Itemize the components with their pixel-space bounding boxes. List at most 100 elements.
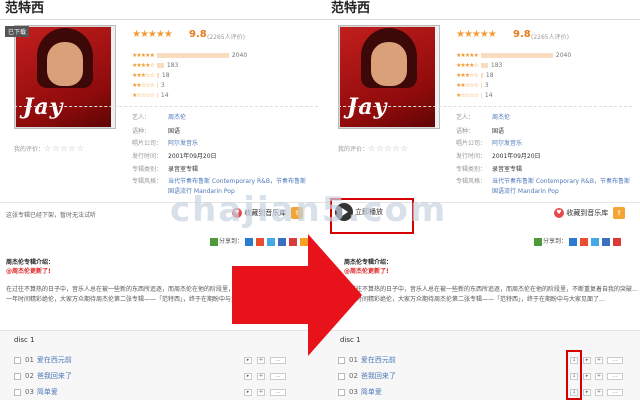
- track-checkbox[interactable]: [338, 388, 345, 396]
- intro-subtitle[interactable]: @周杰伦更新了!: [344, 266, 389, 275]
- track-play-button[interactable]: ▸: [244, 357, 252, 364]
- track-add-button[interactable]: +: [257, 373, 265, 380]
- track-checkbox[interactable]: [14, 388, 21, 396]
- track-more-button[interactable]: …: [607, 357, 623, 364]
- track-row[interactable]: 02 爸我回来了: [338, 370, 411, 382]
- track-row[interactable]: 02 爸我回来了: [14, 370, 87, 382]
- intro-body-2: 一年时间精彩绝伦，大家万众期待周杰伦第二张专辑——「范特西」，终于在期盼中与大家…: [6, 296, 267, 303]
- share-icon[interactable]: [244, 237, 253, 246]
- info-date: 发行时间： 2001年09月20日: [132, 153, 217, 160]
- share-icon[interactable]: [210, 237, 218, 246]
- rating-row: ★★★★☆ 183: [132, 62, 179, 69]
- track-checkbox[interactable]: [14, 372, 21, 380]
- info-artist: 艺人： 周杰伦: [456, 114, 511, 121]
- rating-stars: ★★★★★: [456, 29, 497, 40]
- info-language: 语种： 国语: [132, 128, 181, 135]
- track-play-button[interactable]: ▸: [583, 373, 591, 380]
- track-add-button[interactable]: +: [257, 357, 265, 364]
- info-genre: 专辑风格： 当代节奏布鲁斯 Contemporary R&B，节奏布鲁斯: [132, 178, 306, 185]
- highlight-box-download: [566, 350, 582, 400]
- intro-body-1: 在过往不算热的日子中，音乐人总在被一些新的东西所追逐，而周杰伦在他的阶段里，不断…: [6, 286, 300, 293]
- rating-score: 9.8: [513, 29, 531, 40]
- rating-row: ★★★☆☆ 18: [456, 72, 494, 79]
- share-icon[interactable]: [568, 237, 577, 246]
- track-add-button[interactable]: +: [257, 389, 265, 396]
- my-rating: 我的评价：☆☆☆☆☆: [14, 144, 85, 153]
- share-icon[interactable]: [612, 237, 621, 246]
- track-more-button[interactable]: …: [270, 373, 286, 380]
- my-rating-stars[interactable]: ☆☆☆☆☆: [44, 144, 85, 153]
- my-rating-stars[interactable]: ☆☆☆☆☆: [368, 144, 409, 153]
- genre-link[interactable]: 国语流行 Mandarin Pop: [492, 188, 559, 195]
- track-more-button[interactable]: …: [270, 389, 286, 396]
- favorite-button[interactable]: ♥ 收藏到音乐库: [554, 207, 608, 219]
- track-more-button[interactable]: …: [607, 373, 623, 380]
- album-title: 范特西: [5, 1, 45, 16]
- intro-body-2: 一年时间精彩绝伦，大家万众期待周杰伦第二张专辑——「范特西」，终于在期盼中与大家…: [344, 296, 605, 303]
- track-checkbox[interactable]: [338, 356, 345, 364]
- track-row[interactable]: 03 简单爱: [338, 386, 411, 398]
- share-icon[interactable]: [601, 237, 610, 246]
- rating-row: ★★☆☆☆ 3: [132, 82, 165, 89]
- company-link[interactable]: 阿尔发音乐: [168, 140, 198, 147]
- track-row[interactable]: 01 爱在西元前: [14, 354, 87, 366]
- downloaded-tag: 已下载: [5, 26, 30, 37]
- rating-row: ★★★★☆ 183: [456, 62, 503, 69]
- track-play-button[interactable]: ▸: [583, 357, 591, 364]
- info-type: 专辑类别： 录音室专辑: [132, 166, 199, 173]
- rating-row: ★☆☆☆☆ 14: [456, 92, 493, 99]
- track-row[interactable]: 03 简单爱: [14, 386, 87, 398]
- watermark: chajian5.com: [170, 190, 448, 230]
- album-cover[interactable]: Jay: [338, 25, 440, 129]
- track-play-button[interactable]: ▸: [244, 373, 252, 380]
- share-icon[interactable]: [288, 237, 297, 246]
- info-language: 语种： 国语: [456, 128, 505, 135]
- track-checkbox[interactable]: [14, 356, 21, 364]
- artist-link[interactable]: 周杰伦: [492, 114, 510, 121]
- cover-logo-text: Jay: [23, 94, 64, 120]
- info-genre: 专辑风格： 当代节奏布鲁斯 Contemporary R&B，节奏布鲁斯: [456, 178, 630, 185]
- share-box-icon[interactable]: ⇪: [613, 207, 625, 219]
- info-type: 专辑类别： 录音室专辑: [456, 166, 523, 173]
- info-genre-2: 国语流行 Mandarin Pop: [492, 188, 559, 196]
- info-company: 唱片公司： 阿尔发音乐: [132, 140, 199, 147]
- track-add-button[interactable]: +: [595, 373, 603, 380]
- share-icon[interactable]: [579, 237, 588, 246]
- genre-link[interactable]: 当代节奏布鲁斯 Contemporary R&B，节奏布鲁斯: [492, 178, 630, 185]
- album-title: 范特西: [331, 1, 371, 16]
- rating-score: 9.8: [189, 29, 207, 40]
- share-bar: 分享到：: [210, 236, 309, 246]
- share-icon[interactable]: [277, 237, 286, 246]
- track-more-button[interactable]: …: [270, 357, 286, 364]
- track-play-button[interactable]: ▸: [583, 389, 591, 396]
- intro-title: 周杰伦专辑介绍：: [6, 259, 55, 266]
- title-divider: [326, 19, 640, 20]
- rating-count: (2265人评价): [207, 34, 245, 41]
- company-link[interactable]: 阿尔发音乐: [492, 140, 522, 147]
- heart-icon: ♥: [554, 208, 564, 218]
- rating-row: ★★☆☆☆ 3: [456, 82, 489, 89]
- title-divider: [0, 19, 326, 20]
- comparison-screenshot: 范特西 Jay 已下载 ★★★★★ 9.8 (2265人评价) ★★★★★ 204…: [0, 0, 640, 400]
- track-more-button[interactable]: …: [607, 389, 623, 396]
- track-row[interactable]: 01 爱在西元前: [338, 354, 411, 366]
- track-add-button[interactable]: +: [595, 357, 603, 364]
- share-icon[interactable]: [299, 237, 308, 246]
- share-icon[interactable]: [266, 237, 275, 246]
- artist-link[interactable]: 周杰伦: [168, 114, 186, 121]
- rating-row: ★★★★★ 2040: [456, 52, 572, 59]
- track-play-button[interactable]: ▸: [244, 389, 252, 396]
- album-cover[interactable]: Jay: [14, 25, 116, 129]
- info-company: 唱片公司： 阿尔发音乐: [456, 140, 523, 147]
- intro-subtitle[interactable]: @周杰伦更新了!: [6, 266, 51, 275]
- share-icon[interactable]: [534, 237, 542, 246]
- genre-link[interactable]: 当代节奏布鲁斯 Contemporary R&B，节奏布鲁斯: [168, 178, 306, 185]
- track-checkbox[interactable]: [338, 372, 345, 380]
- info-artist: 艺人： 周杰伦: [132, 114, 187, 121]
- share-icon[interactable]: [590, 237, 599, 246]
- disc-label: disc 1: [340, 336, 361, 344]
- share-icon[interactable]: [255, 237, 264, 246]
- track-add-button[interactable]: +: [595, 389, 603, 396]
- rating-row: ★★★★★ 2040: [132, 52, 248, 59]
- my-rating: 我的评价：☆☆☆☆☆: [338, 144, 409, 153]
